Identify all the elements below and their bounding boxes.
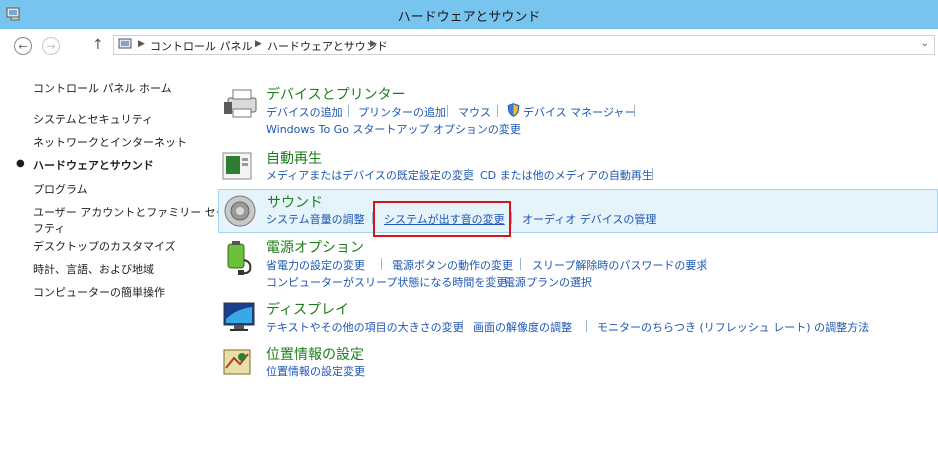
device-manager-link[interactable]: デバイス マネージャー xyxy=(523,104,635,120)
category-location-settings: 位置情報の設定 位置情報の設定変更 xyxy=(218,343,938,383)
autoplay-icon xyxy=(222,152,252,180)
change-power-button-link[interactable]: 電源ボタンの動作の変更 xyxy=(392,257,513,273)
link-separator xyxy=(462,320,463,332)
breadcrumb-separator-icon[interactable]: ▶ xyxy=(370,39,377,49)
sidebar-item-clock-region[interactable]: 時計、言語、および地域 xyxy=(33,261,154,277)
printer-icon xyxy=(224,89,257,118)
link-separator xyxy=(586,320,587,332)
back-button[interactable]: ← xyxy=(14,37,32,55)
current-page-bullet-icon: ● xyxy=(16,158,25,169)
require-password-on-wake-link[interactable]: スリープ解除時のパスワードの要求 xyxy=(532,257,707,273)
link-separator xyxy=(511,212,512,224)
change-power-saving-link[interactable]: 省電力の設定の変更 xyxy=(266,257,365,273)
add-printer-link[interactable]: プリンターの追加 xyxy=(358,104,446,120)
link-separator xyxy=(468,168,469,180)
change-sleep-time-link[interactable]: コンピューターがスリープ状態になる時間を変更 xyxy=(266,274,507,290)
sidebar-item-user-accounts[interactable]: ユーザー アカウントとファミリー セー xyxy=(33,204,227,220)
adjust-screen-resolution-link[interactable]: 画面の解像度の調整 xyxy=(473,319,572,335)
up-button[interactable]: ↑ xyxy=(92,37,104,53)
sidebar-item-programs[interactable]: プログラム xyxy=(33,181,88,197)
mouse-link[interactable]: マウス xyxy=(458,104,491,120)
category-devices-printers: デバイスとプリンター デバイスの追加 プリンターの追加 マウス デバイス マネー… xyxy=(218,80,938,140)
adjust-system-volume-link[interactable]: システム音量の調整 xyxy=(266,211,365,227)
link-separator xyxy=(520,258,521,270)
battery-power-icon xyxy=(227,241,252,275)
sidebar-item-network[interactable]: ネットワークとインターネット xyxy=(33,134,187,150)
speaker-icon xyxy=(224,195,256,227)
sidebar-item-ease-of-access[interactable]: コンピューターの簡単操作 xyxy=(33,284,165,300)
forward-arrow-icon: → xyxy=(46,39,56,53)
shield-icon xyxy=(507,103,520,117)
category-power-options: 電源オプション 省電力の設定の変更 電源ボタンの動作の変更 スリープ解除時のパス… xyxy=(218,236,938,292)
power-options-title[interactable]: 電源オプション xyxy=(266,237,364,257)
category-display: ディスプレイ テキストやその他の項目の大きさの変更 画面の解像度の調整 モニター… xyxy=(218,298,938,338)
location-map-icon xyxy=(223,349,251,375)
breadcrumb-separator-icon[interactable]: ▶ xyxy=(255,39,262,49)
link-separator xyxy=(652,168,653,180)
link-separator xyxy=(497,105,498,117)
address-bar[interactable]: ▶ コントロール パネル ▶ ハードウェアとサウンド ▶ ⌄ xyxy=(113,35,935,55)
window-title: ハードウェアとサウンド xyxy=(397,10,541,25)
change-location-settings-link[interactable]: 位置情報の設定変更 xyxy=(266,363,365,379)
sidebar-home-link[interactable]: コントロール パネル ホーム xyxy=(33,80,172,96)
highlight-box xyxy=(373,201,511,237)
control-panel-icon xyxy=(118,38,132,49)
sidebar-item-hardware-sound[interactable]: ハードウェアとサウンド xyxy=(33,157,154,173)
autoplay-title[interactable]: 自動再生 xyxy=(266,148,322,168)
media-default-settings-link[interactable]: メディアまたはデバイスの既定設定の変更 xyxy=(266,167,474,183)
display-monitor-icon xyxy=(223,302,255,331)
add-device-link[interactable]: デバイスの追加 xyxy=(266,104,343,120)
link-separator xyxy=(348,105,349,117)
windows-to-go-link[interactable]: Windows To Go スタートアップ オプションの変更 xyxy=(266,121,521,137)
cd-autoplay-link[interactable]: CD または他のメディアの自動再生 xyxy=(480,167,653,183)
forward-button[interactable]: → xyxy=(42,37,60,55)
category-autoplay: 自動再生 メディアまたはデバイスの既定設定の変更 CD または他のメディアの自動… xyxy=(218,146,938,186)
choose-power-plan-link[interactable]: 電源プランの選択 xyxy=(504,274,592,290)
breadcrumb-control-panel[interactable]: コントロール パネル xyxy=(150,38,253,54)
devices-printers-title[interactable]: デバイスとプリンター xyxy=(266,84,406,104)
link-separator xyxy=(492,275,493,287)
link-separator xyxy=(705,258,706,270)
display-title[interactable]: ディスプレイ xyxy=(266,299,349,319)
monitor-flicker-link[interactable]: モニターのちらつき (リフレッシュ レート) の調整方法 xyxy=(597,319,869,335)
up-arrow-icon: ↑ xyxy=(92,37,104,53)
link-separator xyxy=(447,105,448,117)
sound-title[interactable]: サウンド xyxy=(267,192,323,212)
category-sound: サウンド システム音量の調整 システムが出す音の変更 オーディオ デバイスの管理 xyxy=(218,189,938,233)
chevron-down-icon[interactable]: ⌄ xyxy=(921,38,929,49)
change-text-size-link[interactable]: テキストやその他の項目の大きさの変更 xyxy=(266,319,464,335)
back-arrow-icon: ← xyxy=(18,39,28,53)
location-settings-title[interactable]: 位置情報の設定 xyxy=(266,344,364,364)
sidebar-item-user-accounts-cont[interactable]: フティ xyxy=(33,220,65,236)
link-separator xyxy=(634,105,635,117)
sidebar-item-appearance[interactable]: デスクトップのカスタマイズ xyxy=(33,238,176,254)
sidebar-item-system-security[interactable]: システムとセキュリティ xyxy=(33,111,153,127)
title-bar: ハードウェアとサウンド xyxy=(0,0,938,29)
navigation-bar: ← → ↑ ▶ コントロール パネル ▶ ハードウェアとサウンド ▶ ⌄ xyxy=(0,29,938,62)
manage-audio-devices-link[interactable]: オーディオ デバイスの管理 xyxy=(522,211,656,227)
link-separator xyxy=(381,258,382,270)
breadcrumb-separator-icon[interactable]: ▶ xyxy=(138,39,145,49)
